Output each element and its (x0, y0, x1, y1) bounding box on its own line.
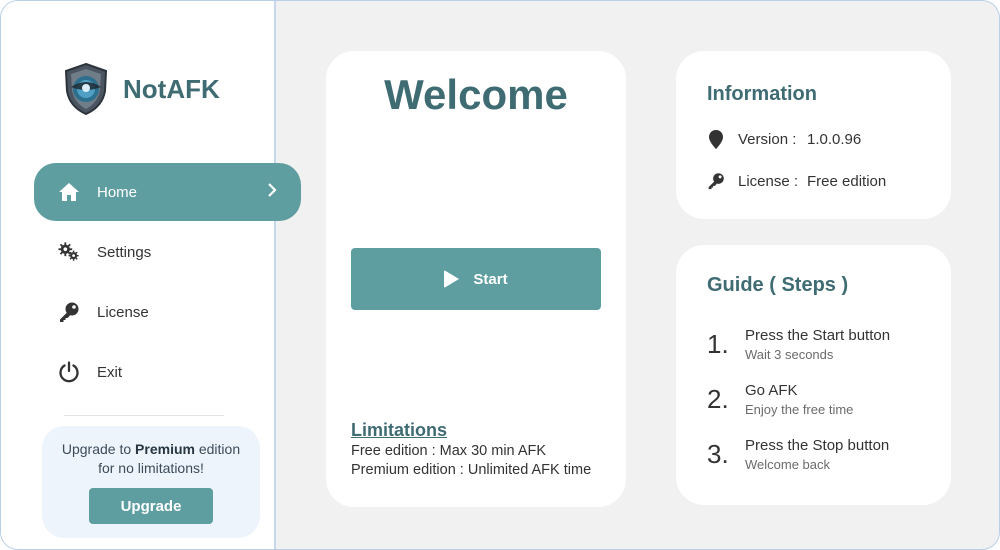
start-button-label: Start (473, 270, 508, 288)
license-value: Free edition (807, 172, 887, 190)
key-icon (707, 171, 725, 191)
guide-title: Guide ( Steps ) (707, 274, 849, 296)
brand: NotAFK (63, 63, 220, 115)
sidebar-item-label: License (97, 303, 149, 321)
step-number: 1. (707, 329, 729, 359)
shield-logo-icon (64, 63, 108, 115)
guide-card: Guide ( Steps ) 1. Press the Start butto… (676, 245, 951, 505)
version-label: Version : (738, 130, 797, 148)
start-button[interactable]: Start (351, 248, 601, 310)
sidebar-item-label: Settings (97, 243, 152, 261)
sidebar-item-settings[interactable]: Settings (34, 223, 301, 281)
version-value: 1.0.0.96 (807, 130, 862, 148)
upgrade-text-prefix: Upgrade to (61, 441, 136, 457)
power-icon (58, 361, 80, 383)
upgrade-button[interactable]: Upgrade (89, 488, 213, 524)
license-label: License : (738, 172, 799, 190)
welcome-title: Welcome (384, 71, 568, 118)
step-subtitle: Enjoy the free time (745, 402, 854, 417)
step-title: Go AFK (745, 382, 798, 399)
limitation-premium: Premium edition : Unlimited AFK time (351, 462, 592, 478)
step-number: 3. (707, 439, 729, 469)
sidebar-item-home[interactable]: Home (34, 163, 301, 221)
step-title: Press the Start button (745, 327, 891, 344)
chevron-right-icon (267, 183, 277, 201)
welcome-card: Welcome Start Limitations Free edition :… (326, 51, 626, 507)
sidebar-divider (64, 415, 224, 416)
upgrade-card: Upgrade to Premium edition for no limita… (42, 426, 260, 538)
upgrade-text-premium: Premium (135, 441, 195, 457)
app-window: NotAFK Home Settings License Exit Upgrad… (0, 0, 1000, 550)
app-name: NotAFK (123, 73, 220, 104)
step-subtitle: Welcome back (745, 457, 831, 472)
key-icon (58, 301, 80, 323)
step-title: Press the Stop button (745, 437, 890, 454)
license-row: License : Free edition (707, 171, 886, 191)
upgrade-text-suffix: edition (194, 441, 241, 457)
version-row: Version : 1.0.0.96 (707, 129, 861, 149)
limitation-free: Free edition : Max 30 min AFK (351, 443, 547, 459)
upgrade-message: Upgrade to Premium edition for no limita… (42, 440, 260, 478)
sidebar: NotAFK Home Settings License Exit Upgrad… (1, 1, 301, 549)
limitations-title: Limitations (351, 420, 448, 440)
limitations-section: Limitations Free edition : Max 30 min AF… (351, 421, 591, 480)
information-card: Information Version : 1.0.0.96 License :… (676, 51, 951, 219)
sidebar-item-license[interactable]: License (34, 283, 301, 341)
step-subtitle: Wait 3 seconds (745, 347, 834, 362)
sidebar-item-label: Home (97, 183, 138, 201)
sidebar-item-label: Exit (97, 363, 123, 381)
gears-icon (58, 241, 80, 263)
information-title: Information (707, 83, 817, 105)
sidebar-item-exit[interactable]: Exit (34, 343, 301, 401)
play-icon (444, 270, 460, 288)
map-pin-icon (707, 129, 725, 149)
home-icon (58, 181, 80, 203)
step-number: 2. (707, 384, 729, 414)
upgrade-text-line2: for no limitations! (98, 460, 204, 476)
